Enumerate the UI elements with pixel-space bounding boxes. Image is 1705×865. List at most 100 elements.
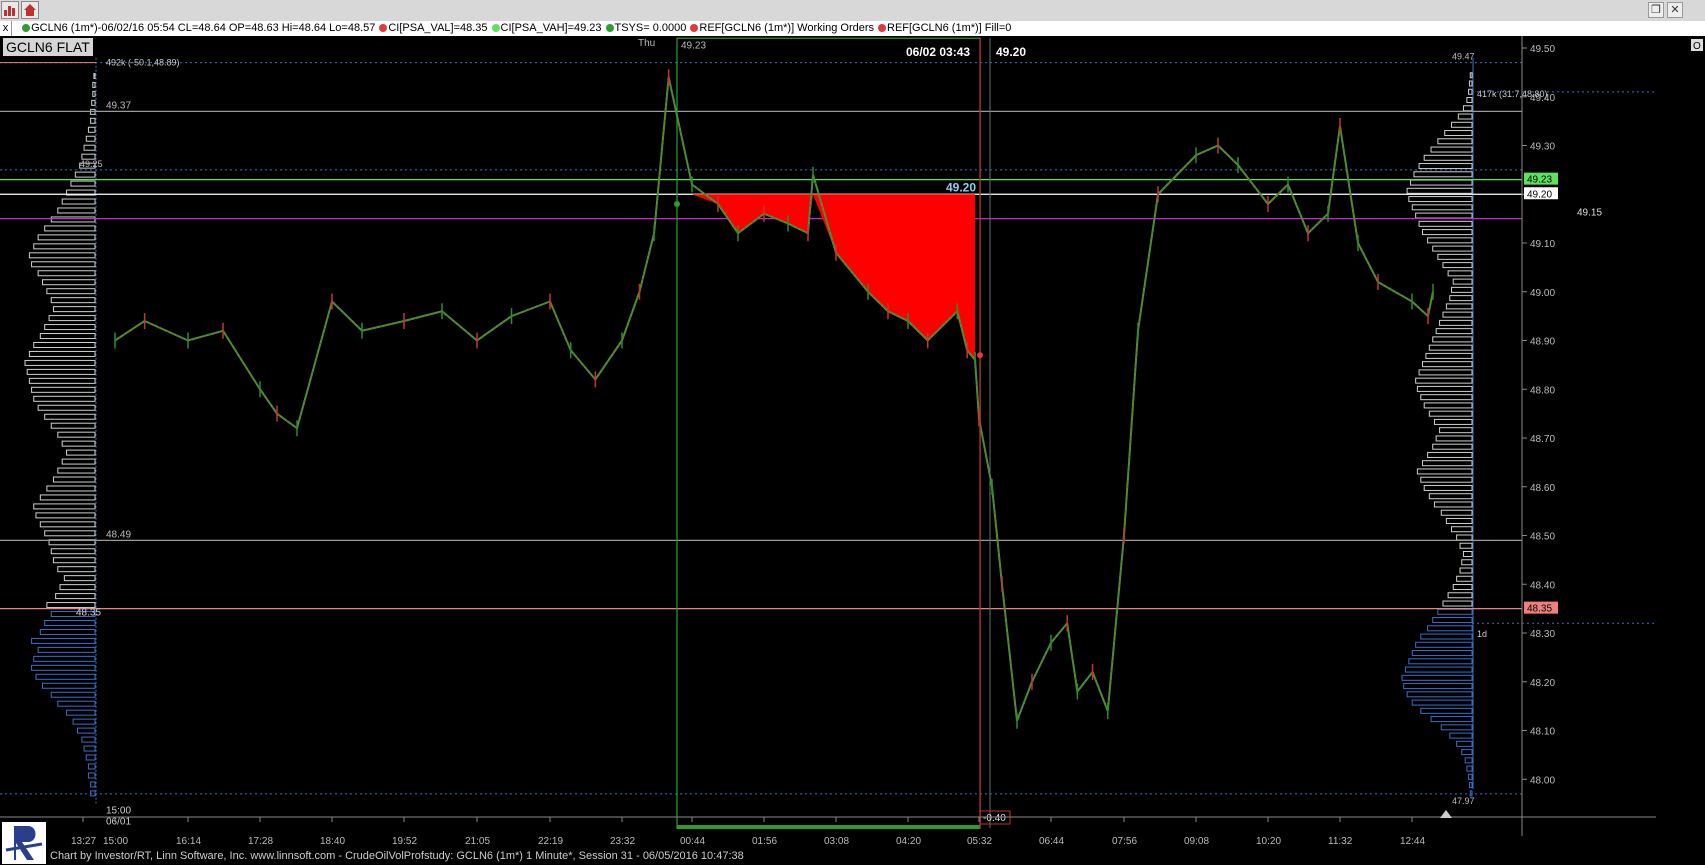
- close-chart-button[interactable]: x: [0, 21, 12, 36]
- left-profile-bar: [46, 485, 96, 492]
- right-profile-bar: [1421, 460, 1473, 467]
- left-profile-bar: [44, 530, 96, 537]
- right-profile-bar: [1449, 295, 1473, 302]
- x-tick-label-21:05: 21:05: [465, 836, 490, 847]
- x-tick-label-19:52: 19:52: [392, 836, 417, 847]
- right-profile-bar: [1466, 97, 1473, 104]
- indicator-item-4[interactable]: REF[GCLN6 (1m*)] Working Orders: [699, 22, 874, 34]
- x-tick-label-17:28: 17:28: [248, 836, 273, 847]
- price-line: [114, 77, 1434, 722]
- restore-window-button[interactable]: ❐: [1648, 2, 1664, 18]
- right-profile-bar: [1427, 451, 1473, 458]
- right-profile-bar: [1456, 534, 1473, 541]
- y-tick-label-48.40: 48.40: [1530, 580, 1555, 591]
- order-box-top-label: 49.23: [681, 40, 706, 51]
- right-profile-bar: [1464, 757, 1473, 764]
- right-profile-bar: [1427, 237, 1473, 244]
- right-profile-bar: [1428, 410, 1473, 417]
- left-profile-bar: [44, 225, 96, 232]
- left-profile-bar: [83, 745, 96, 752]
- left-profile-bar: [37, 270, 96, 277]
- right-profile-bar: [1420, 476, 1473, 483]
- level-label-47.97: 47.97: [1452, 796, 1475, 806]
- left-profile-bar: [74, 171, 96, 178]
- indicator-item-3[interactable]: TSYS= 0.0000: [615, 22, 687, 34]
- right-profile-bar: [1421, 361, 1473, 368]
- y-tick-label-49.10: 49.10: [1530, 239, 1555, 250]
- left-profile-bar: [90, 781, 96, 788]
- indicator-dot: [690, 24, 699, 32]
- right-profile-bar: [1457, 113, 1473, 120]
- left-profile-bar: [52, 476, 96, 483]
- right-profile-bar: [1415, 641, 1473, 648]
- right-profile-bar: [1418, 163, 1473, 170]
- y-tick-label-48.90: 48.90: [1530, 337, 1555, 348]
- right-profile-bar: [1430, 146, 1473, 153]
- left-profile-bar: [57, 700, 96, 707]
- left-profile-bar: [83, 144, 96, 151]
- right-profile-bar: [1445, 517, 1473, 524]
- right-profile-bar: [1451, 286, 1473, 293]
- right-profile-bar: [1432, 443, 1473, 450]
- right-profile-bar: [1410, 179, 1473, 186]
- left-profile-bar: [66, 709, 96, 716]
- x-tick-label-04:20: 04:20: [896, 836, 921, 847]
- left-profile-bar: [31, 664, 96, 671]
- right-profile-bar: [1416, 385, 1473, 392]
- left-profile-bar: [44, 324, 96, 331]
- right-profile-bar: [1456, 575, 1473, 582]
- level-label-49.15: 49.15: [1577, 208, 1602, 219]
- right-profile-bar: [1425, 352, 1473, 359]
- home-icon[interactable]: [21, 1, 39, 19]
- left-profile-bar: [37, 234, 96, 241]
- price-chart[interactable]: 49.37 48.49 49.25 49.15 49.47 47.97 48.35 49.23…: [0, 36, 1705, 850]
- right-profile-bar: [1406, 691, 1473, 698]
- left-profile-bar: [39, 333, 96, 340]
- indicator-item-2[interactable]: CI[PSA_VAH]=49.23: [501, 22, 602, 34]
- x-tick-label-18:40: 18:40: [320, 836, 345, 847]
- indicator-item-5[interactable]: REF[GCLN6 (1m*)] Fill=0: [887, 22, 1011, 34]
- y-tick-label-49.00: 49.00: [1530, 288, 1555, 299]
- left-profile-bar: [93, 72, 96, 79]
- x-tick-label-16:14: 16:14: [176, 836, 201, 847]
- left-profile-bar: [39, 494, 96, 501]
- left-profile-bar: [92, 81, 96, 88]
- x-tick-label-09:08: 09:08: [1184, 836, 1209, 847]
- indicator-dot: [22, 24, 31, 32]
- indicator-item-0[interactable]: GCLN6 (1m*)-06/02/16 05:54 CL=48.64 OP=4…: [31, 22, 375, 34]
- right-profile-bar: [1462, 105, 1473, 112]
- right-profile-bar: [1451, 121, 1473, 128]
- left-profile-bar: [50, 548, 96, 555]
- left-profile-bar: [24, 359, 96, 366]
- left-profile-bar: [52, 306, 96, 313]
- investor-rt-logo: [2, 822, 46, 864]
- y-tick-label-48.70: 48.70: [1530, 434, 1555, 445]
- x-tick-label-22:19: 22:19: [538, 836, 563, 847]
- right-profile-bar: [1423, 484, 1473, 491]
- x-tick-label-03:08: 03:08: [824, 836, 849, 847]
- right-profile-bar: [1411, 204, 1473, 211]
- left-profile-bar: [92, 90, 96, 97]
- indicator-items: GCLN6 (1m*)-06/02/16 05:54 CL=48.64 OP=4…: [18, 22, 1011, 34]
- left-profile-bar: [87, 772, 96, 779]
- left-profile-bar: [31, 261, 96, 268]
- left-profile-bar: [48, 315, 96, 322]
- level-label-49.47: 49.47: [1452, 52, 1475, 62]
- right-profile-bar: [1466, 765, 1473, 772]
- right-profile-bar: [1435, 435, 1473, 442]
- level-label-48.49: 48.49: [106, 529, 131, 540]
- y-tick-label-48.60: 48.60: [1530, 483, 1555, 494]
- right-profile-bar: [1468, 80, 1473, 87]
- right-profile-bar: [1408, 196, 1473, 203]
- chart-icon[interactable]: [1, 1, 19, 19]
- mid-price-label: 49.20: [946, 180, 976, 194]
- right-profile-bar: [1442, 311, 1473, 318]
- left-profile-bar: [57, 431, 96, 438]
- left-profile-bar: [57, 207, 96, 214]
- session-start-time: 15:00: [106, 805, 131, 816]
- right-profile-bar: [1408, 658, 1473, 665]
- indicator-item-1[interactable]: CI[PSA_VAL]=48.35: [388, 22, 487, 34]
- left-profile-bar: [33, 395, 96, 402]
- right-profile-bar: [1452, 584, 1473, 591]
- close-window-button[interactable]: ✕: [1667, 2, 1683, 18]
